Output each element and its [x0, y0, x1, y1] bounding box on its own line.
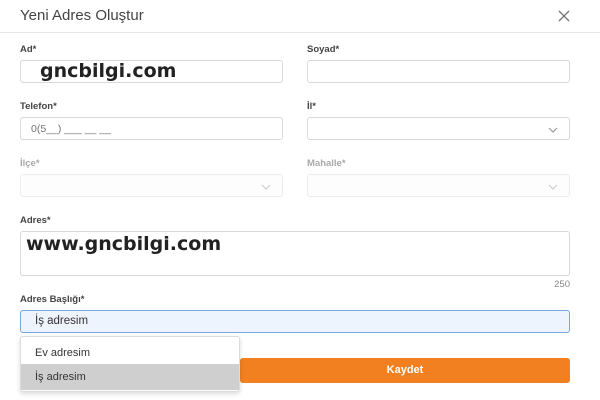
save-button[interactable]: Kaydet — [240, 358, 570, 383]
ilce-select[interactable] — [20, 174, 283, 197]
ad-label: Ad* — [20, 44, 37, 55]
mahalle-select[interactable] — [307, 174, 570, 197]
soyad-input[interactable] — [316, 65, 561, 79]
option-is-adresim[interactable]: İş adresim — [21, 364, 239, 390]
watermark-text: gncbilgi.com — [40, 60, 177, 82]
adres-basligi-label: Adres Başlığı* — [20, 294, 85, 305]
soyad-field[interactable] — [307, 60, 570, 83]
telefon-label: Telefon* — [20, 101, 57, 112]
option-ev-adresim[interactable]: Ev adresim — [21, 340, 239, 366]
watermark-text: www.gncbilgi.com — [26, 233, 222, 255]
dialog-title: Yeni Adres Oluştur — [20, 7, 144, 24]
chevron-down-icon — [547, 180, 559, 198]
adres-label: Adres* — [20, 215, 51, 226]
new-address-dialog: Yeni Adres Oluştur Ad* gncbilgi.com Soya… — [0, 0, 600, 400]
dialog-header: Yeni Adres Oluştur — [0, 0, 600, 33]
chevron-down-icon — [547, 123, 559, 141]
il-label: İl* — [307, 101, 316, 112]
soyad-label: Soyad* — [307, 44, 340, 55]
telefon-input[interactable] — [31, 122, 271, 136]
adres-basligi-select[interactable]: İş adresim — [20, 310, 570, 333]
adres-basligi-value: İş adresim — [35, 315, 89, 327]
chevron-down-icon — [260, 180, 272, 198]
adres-basligi-dropdown: Ev adresim İş adresim — [20, 336, 240, 392]
char-counter: 250 — [554, 279, 570, 290]
il-select[interactable] — [307, 117, 570, 140]
telefon-field[interactable] — [20, 117, 283, 140]
mahalle-label: Mahalle* — [307, 158, 346, 169]
ilce-label: İlçe* — [20, 158, 40, 169]
close-icon[interactable] — [556, 8, 572, 24]
